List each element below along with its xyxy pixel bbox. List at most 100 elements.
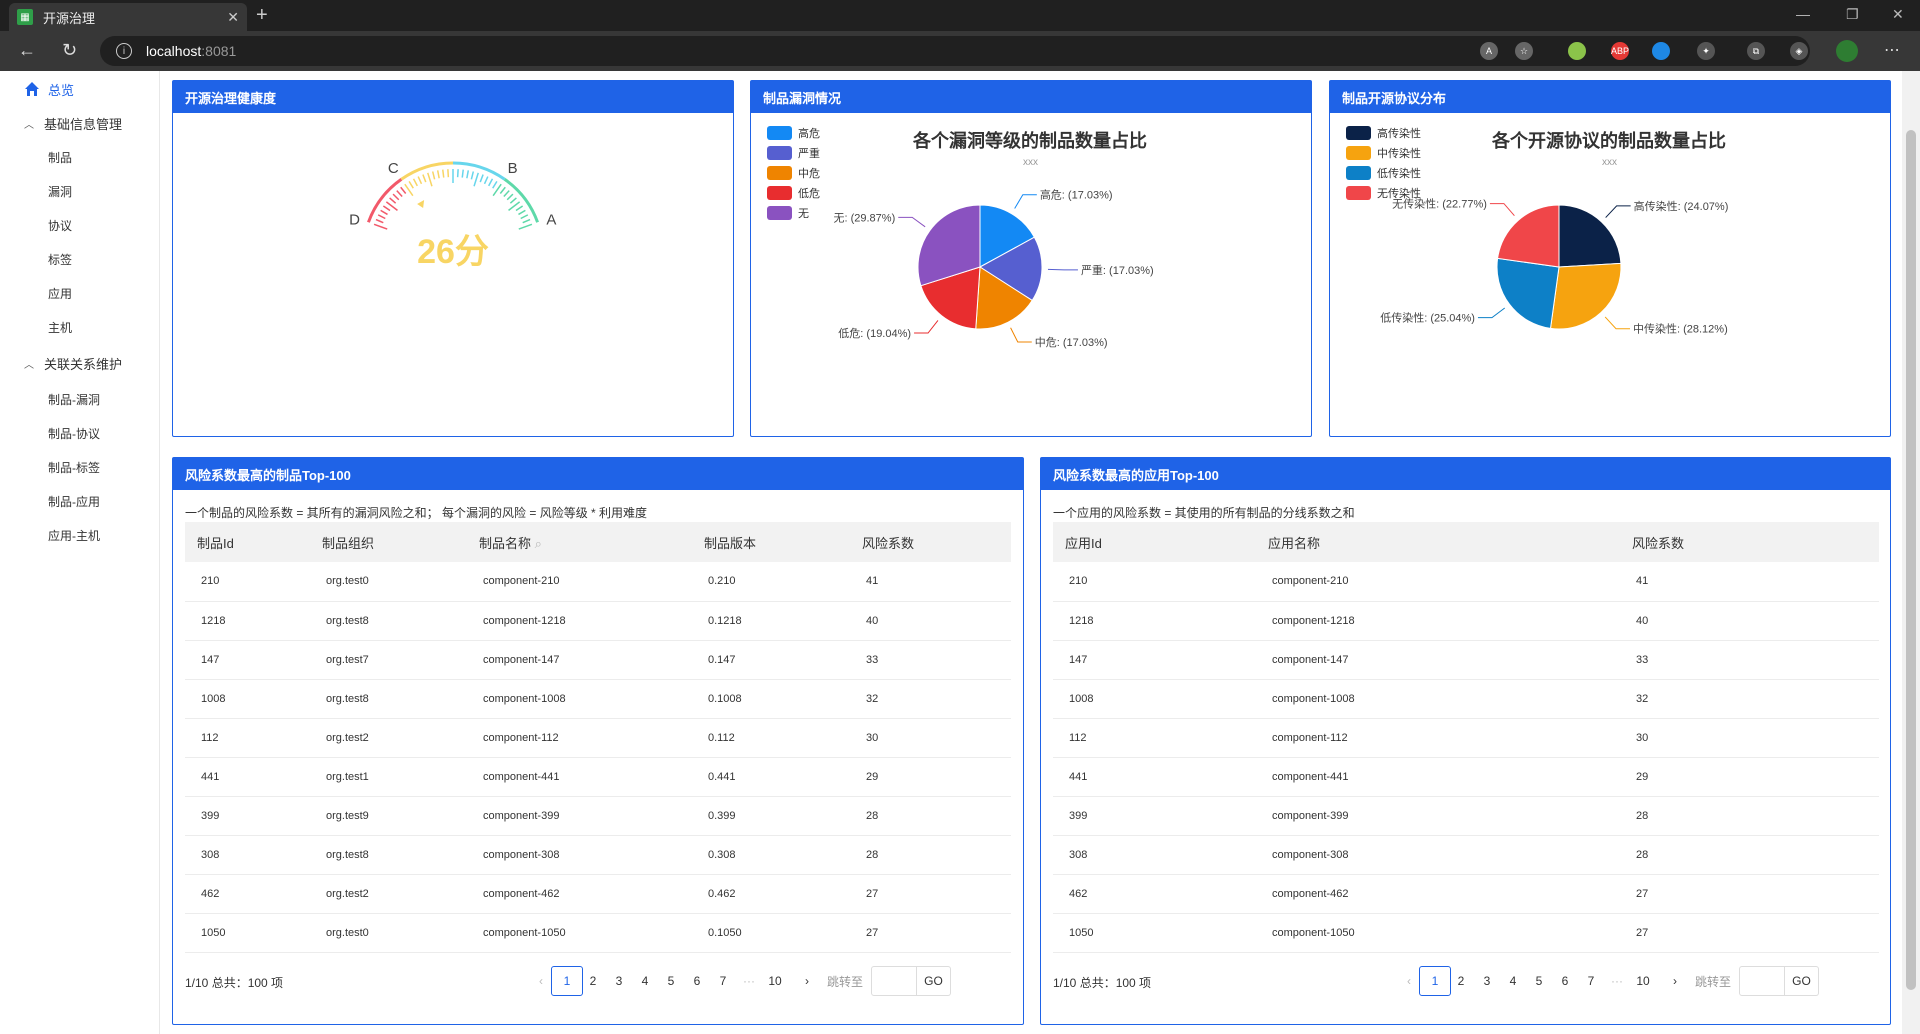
pie-slice — [1497, 204, 1560, 268]
minimize-icon[interactable]: — — [1796, 6, 1810, 22]
page-button[interactable]: 10 — [1627, 966, 1659, 996]
table-row[interactable]: 308 org.test8 component-308 0.308 28 — [185, 835, 1011, 875]
table-row[interactable]: 210 component-210 41 — [1053, 562, 1879, 602]
column-header[interactable]: 制品组织 — [310, 522, 467, 562]
next-page-icon[interactable]: › — [1659, 966, 1691, 996]
restore-icon[interactable]: ❐ — [1846, 6, 1859, 23]
column-header[interactable]: 制品Id — [185, 522, 310, 562]
table-cell: component-1218 — [467, 601, 692, 641]
jump-page-input[interactable] — [871, 966, 918, 996]
card-title: 风险系数最高的制品Top-100 — [173, 458, 1023, 490]
table-row[interactable]: 1050 component-1050 27 — [1053, 913, 1879, 953]
table-row[interactable]: 147 org.test7 component-147 0.147 33 — [185, 640, 1011, 680]
sidebar-item-vuln[interactable]: 漏洞 — [0, 177, 160, 205]
table-cell: component-112 — [467, 718, 692, 758]
pie-label-line — [1605, 205, 1631, 218]
go-button[interactable]: GO — [917, 966, 952, 996]
gauge-tick — [400, 186, 407, 194]
pagination: ‹ 1 2 3 4 5 6 7 ··· 10 › 跳转至 GO — [525, 966, 952, 996]
vuln-pie-chart: 高危: (17.03%) 严重: (17.03%) 中危: (17.03%) 低危: … — [833, 188, 1153, 349]
sidebar-item-product-vuln[interactable]: 制品-漏洞 — [0, 385, 160, 413]
close-tab-icon[interactable]: ✕ — [227, 9, 239, 26]
column-header[interactable]: 应用Id — [1053, 522, 1256, 562]
table-row[interactable]: 308 component-308 28 — [1053, 835, 1879, 875]
table-cell: 210 — [185, 562, 310, 602]
favorite-icon[interactable]: ☆ — [1515, 42, 1533, 60]
table-row[interactable]: 1050 org.test0 component-1050 0.1050 27 — [185, 913, 1011, 953]
sidebar-item-overview[interactable]: 总览 — [0, 75, 160, 103]
table-cell: org.test1 — [310, 757, 467, 797]
column-header[interactable]: 风险系数 — [1620, 522, 1879, 562]
extension-green-icon[interactable] — [1568, 42, 1586, 60]
table-row[interactable]: 1008 component-1008 32 — [1053, 679, 1879, 719]
sidebar-group-relation[interactable]: ︿ 关联关系维护 — [0, 349, 160, 377]
table-row[interactable]: 147 component-147 33 — [1053, 640, 1879, 680]
new-tab-icon[interactable]: + — [256, 4, 268, 27]
table-row[interactable]: 1008 org.test8 component-1008 0.1008 32 — [185, 679, 1011, 719]
sidebar-group-basic[interactable]: ︿ 基础信息管理 — [0, 109, 160, 137]
gauge-pointer — [417, 200, 425, 209]
column-header[interactable]: 制品版本 — [692, 522, 850, 562]
sidebar-item-app[interactable]: 应用 — [0, 279, 160, 307]
next-page-icon[interactable]: › — [791, 966, 823, 996]
product-table: 制品Id 制品组织 制品名称 ⌕ 制品版本 风险系数 210 org.test0 c… — [185, 522, 1011, 953]
sidebar-item-product-app[interactable]: 制品-应用 — [0, 487, 160, 515]
chevron-up-icon: ︿ — [24, 359, 34, 371]
gauge-tick — [461, 169, 464, 178]
pie-label-line — [1047, 268, 1078, 271]
gauge-arc — [400, 161, 454, 181]
extensions-icon[interactable]: ✦ — [1697, 42, 1715, 60]
column-header[interactable]: 风险系数 — [850, 522, 1011, 562]
sidebar-item-product-tag[interactable]: 制品-标签 — [0, 453, 160, 481]
gauge-tick — [509, 197, 517, 204]
column-header-with-search[interactable]: 制品名称 ⌕ — [467, 522, 692, 562]
search-icon[interactable]: ⌕ — [535, 536, 542, 551]
table-row[interactable]: 210 org.test0 component-210 0.210 41 — [185, 562, 1011, 602]
table-row[interactable]: 399 component-399 28 — [1053, 796, 1879, 836]
scrollbar-thumb[interactable] — [1906, 130, 1916, 990]
table-cell: 441 — [1053, 757, 1256, 797]
avatar[interactable] — [1836, 40, 1858, 62]
browser-tab[interactable]: ▦ 开源治理 ✕ — [9, 3, 247, 31]
jump-page-input[interactable] — [1739, 966, 1786, 996]
chevron-up-icon: ︿ — [24, 119, 34, 131]
back-icon[interactable]: ← — [18, 40, 36, 61]
sidebar-item-license[interactable]: 协议 — [0, 211, 160, 239]
menu-dots-icon[interactable]: ⋯ — [1884, 40, 1900, 60]
sidebar-item-app-host[interactable]: 应用-主机 — [0, 521, 160, 549]
page-button[interactable]: 10 — [759, 966, 791, 996]
extension-blue-icon[interactable] — [1652, 42, 1670, 60]
risk-description: 一个应用的风险系数 = 其使用的所有制品的分线系数之和 — [1053, 506, 1355, 520]
table-cell: 33 — [850, 640, 1011, 680]
go-button[interactable]: GO — [1785, 966, 1820, 996]
site-info-icon[interactable]: i — [116, 43, 132, 59]
table-row[interactable]: 112 component-112 30 — [1053, 718, 1879, 758]
sidebar-item-host[interactable]: 主机 — [0, 313, 160, 341]
sidebar-item-product-license[interactable]: 制品-协议 — [0, 419, 160, 447]
window-close-icon[interactable]: ✕ — [1892, 6, 1904, 23]
table-row[interactable]: 1218 component-1218 40 — [1053, 601, 1879, 641]
health-score: 26分 — [417, 233, 489, 271]
table-row[interactable]: 441 component-441 29 — [1053, 757, 1879, 797]
read-aloud-icon[interactable]: A — [1480, 42, 1498, 60]
shield-icon[interactable]: ◈ — [1790, 42, 1808, 60]
table-cell: 0.210 — [692, 562, 850, 602]
table-row[interactable]: 441 org.test1 component-441 0.441 29 — [185, 757, 1011, 797]
refresh-icon[interactable]: ↻ — [62, 40, 77, 61]
collections-icon[interactable]: ⧉ — [1747, 42, 1765, 60]
table-cell: 441 — [185, 757, 310, 797]
table-row[interactable]: 462 component-462 27 — [1053, 874, 1879, 914]
table-cell: 147 — [185, 640, 310, 680]
sidebar-item-product[interactable]: 制品 — [0, 143, 160, 171]
adblock-icon[interactable]: ABP — [1611, 42, 1629, 60]
address-bar[interactable]: i localhost :8081 — [100, 36, 1810, 66]
table-row[interactable]: 399 org.test9 component-399 0.399 28 — [185, 796, 1011, 836]
favicon-icon: ▦ — [17, 9, 33, 25]
table-row[interactable]: 1218 org.test8 component-1218 0.1218 40 — [185, 601, 1011, 641]
sidebar-item-tag[interactable]: 标签 — [0, 245, 160, 273]
table-row[interactable]: 462 org.test2 component-462 0.462 27 — [185, 874, 1011, 914]
table-row[interactable]: 112 org.test2 component-112 0.112 30 — [185, 718, 1011, 758]
column-header[interactable]: 应用名称 — [1256, 522, 1620, 562]
table-cell: org.test2 — [310, 874, 467, 914]
table-cell: 112 — [185, 718, 310, 758]
